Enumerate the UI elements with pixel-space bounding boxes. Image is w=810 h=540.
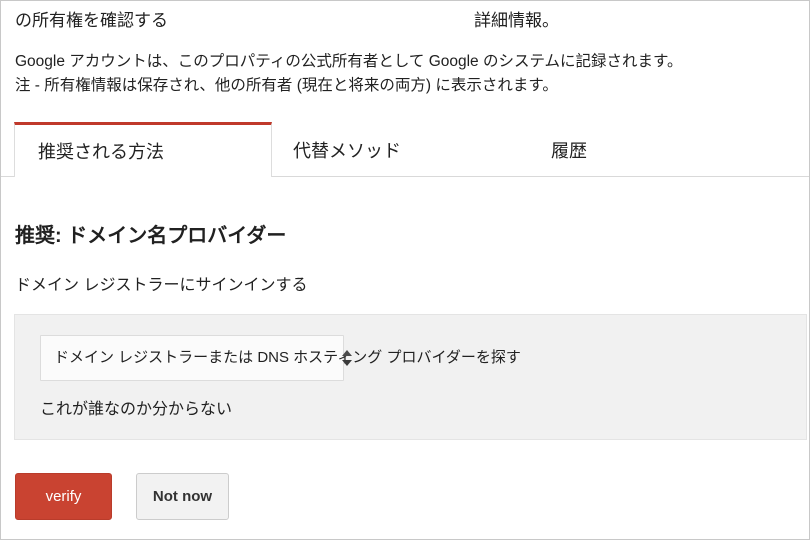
tab-bar: 推奨される方法 代替メソッド 履歴 xyxy=(1,122,809,178)
tab-label: 代替メソッド xyxy=(293,140,401,161)
tab-label: 履歴 xyxy=(551,140,587,161)
not-now-button[interactable]: Not now xyxy=(136,473,229,520)
page-title: の所有権を確認する xyxy=(15,11,168,30)
section-subtitle: ドメイン レジストラーにサインインする xyxy=(15,277,308,294)
intro-header: の所有権を確認する 詳細情報。 xyxy=(1,7,809,37)
intro-paragraph-line2: 注 - 所有権情報は保存され、他の所有者 (現在と将来の両方) に表示されます。 xyxy=(15,77,558,94)
section-title: 推奨: ドメイン名プロバイダー xyxy=(15,225,287,247)
updown-arrows-icon xyxy=(337,348,357,368)
tab-label: 推奨される方法 xyxy=(38,142,164,162)
not-now-button-label: Not now xyxy=(152,488,213,505)
tab-history[interactable]: 履歴 xyxy=(527,122,757,177)
intro-paragraph: Google アカウントは、このプロパティの公式所有者として Google のシ… xyxy=(15,50,805,98)
more-info-text: 詳細情報。 xyxy=(474,11,559,30)
tab-alternate-methods[interactable]: 代替メソッド xyxy=(272,122,527,177)
verification-page: の所有権を確認する 詳細情報。 Google アカウントは、このプロパティの公式… xyxy=(0,0,810,540)
verify-button-label: verify xyxy=(45,488,82,505)
tab-recommended-method[interactable]: 推奨される方法 xyxy=(14,122,272,177)
domain-provider-select[interactable]: ドメイン レジストラーまたは DNS ホスティング プロバイダーを探す xyxy=(40,335,521,381)
unknown-provider-note: これが誰なのか分からない xyxy=(40,401,233,418)
intro-paragraph-line1: Google アカウントは、このプロパティの公式所有者として Google のシ… xyxy=(15,53,683,70)
verify-button[interactable]: verify xyxy=(15,473,112,520)
provider-panel: ドメイン レジストラーまたは DNS ホスティング プロバイダーを探す これが誰… xyxy=(14,314,807,440)
domain-provider-select-value: ドメイン レジストラーまたは DNS ホスティング プロバイダーを探す xyxy=(54,349,521,366)
